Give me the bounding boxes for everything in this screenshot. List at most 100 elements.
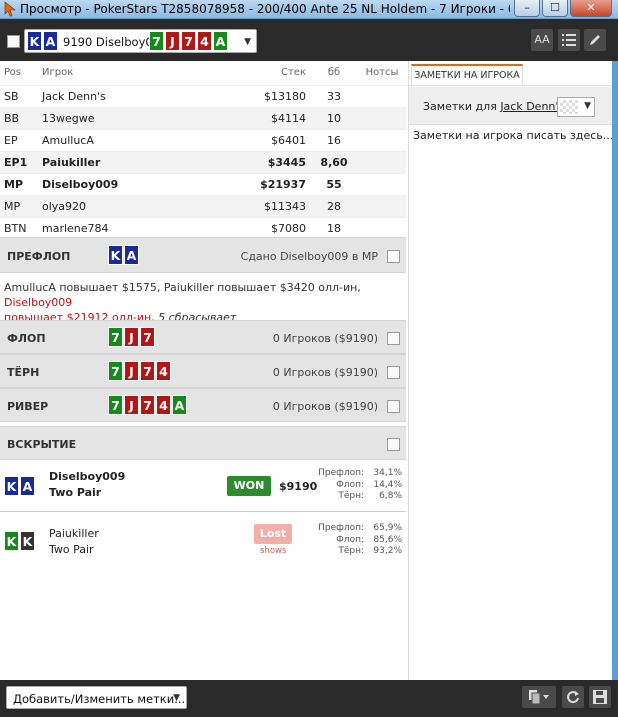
player-row[interactable]: BB 13wegwe $4114 10 xyxy=(0,106,406,129)
turn-info: 0 Игроков ($9190) xyxy=(272,366,378,379)
player-bb: 8,60 xyxy=(310,150,354,173)
showdown-row: KA Diselboy009 Two Pair WON $9190 Префло… xyxy=(0,461,406,511)
playing-card: A xyxy=(43,31,58,51)
stat-value: 6,8% xyxy=(379,491,402,501)
player-row[interactable]: EP AmullucA $6401 16 xyxy=(0,128,406,151)
col-stack[interactable]: Стек xyxy=(246,61,310,85)
window-edge xyxy=(612,61,618,680)
close-button[interactable]: ✕ xyxy=(570,0,612,17)
playing-card: J xyxy=(124,327,139,347)
stat-value: 93,2% xyxy=(373,546,402,556)
tags-dropdown[interactable]: Добавить/Изменить метки... ▼ xyxy=(6,686,187,709)
player-stack: $21937 xyxy=(246,172,310,195)
app-logo-icon xyxy=(4,1,16,17)
stat-label: Флоп: xyxy=(336,479,364,490)
street-river-name: РИВЕР xyxy=(7,400,49,413)
preflop-checkbox[interactable] xyxy=(387,250,400,263)
note-color-select[interactable]: ▼ xyxy=(557,97,595,117)
refresh-button[interactable] xyxy=(562,686,584,708)
stat-value: 14,4% xyxy=(373,479,402,490)
playing-card: K xyxy=(4,476,19,496)
player-row[interactable]: BTN marlene784 $7080 18 xyxy=(0,216,406,239)
copy-button[interactable] xyxy=(522,686,556,708)
player-row[interactable]: MP Diselboy009 $21937 55 xyxy=(0,172,406,195)
players-table-body: SB Jack Denn's $13180 33 BB 13wegwe $4114 10 EP A… xyxy=(0,84,406,239)
playing-card: K xyxy=(27,31,42,51)
chevron-down-icon: ▼ xyxy=(584,101,591,111)
player-name: marlene784 xyxy=(38,216,246,239)
player-pos: MP xyxy=(0,172,38,195)
player-stack: $4114 xyxy=(246,106,310,129)
col-bb[interactable]: бб xyxy=(310,61,354,85)
player-name: Paiukiller xyxy=(38,150,246,173)
playing-card: 7 xyxy=(140,395,155,415)
playing-card: 7 xyxy=(181,31,196,51)
player-stack: $7080 xyxy=(246,216,310,239)
player-stack: $3445 xyxy=(246,150,310,173)
minimize-button[interactable]: – xyxy=(514,0,540,17)
player-stack: $11343 xyxy=(246,194,310,217)
replayer-window: Просмотр - PokerStars T2858078958 - 200/… xyxy=(0,0,618,717)
notes-player-link[interactable]: Jack Denn's xyxy=(500,100,564,113)
hand-select-hole-cards: KA xyxy=(27,31,59,51)
river-checkbox[interactable] xyxy=(387,400,400,413)
notes-for-label: Заметки для Jack Denn's: xyxy=(423,100,568,113)
list-view-button[interactable] xyxy=(558,29,580,51)
save-button[interactable] xyxy=(589,686,611,708)
col-player[interactable]: Игрок xyxy=(38,61,246,85)
playing-card: 4 xyxy=(156,395,171,415)
font-size-icon: AA xyxy=(534,33,550,46)
font-size-button[interactable]: AA xyxy=(531,29,553,51)
player-name: Diselboy009 xyxy=(38,172,246,195)
showdown-player-name: Diselboy009 xyxy=(49,470,126,483)
player-notes xyxy=(354,84,406,107)
street-showdown-name: ВСКРЫТИЕ xyxy=(7,438,77,451)
maximize-button[interactable]: ☐ xyxy=(542,0,568,17)
preflop-actions-text: AmullucA повышает $1575, Paiukiller повы… xyxy=(4,280,404,325)
window-controls: – ☐ ✕ xyxy=(514,0,612,17)
flop-checkbox[interactable] xyxy=(387,332,400,345)
notes-pane: ЗАМЕТКИ НА ИГРОКА Заметки для Jack Denn'… xyxy=(408,61,613,680)
street-river: РИВЕР 7J74A 0 Игроков ($9190) xyxy=(0,388,406,422)
showdown-player-name: Paiukiller xyxy=(49,527,99,540)
showdown-row: KK Paiukiller Two Pair Lost shows Префло… xyxy=(0,515,406,569)
tab-player-notes[interactable]: ЗАМЕТКИ НА ИГРОКА xyxy=(411,64,523,86)
col-pos[interactable]: Pos xyxy=(0,61,38,85)
player-row[interactable]: SB Jack Denn's $13180 33 xyxy=(0,84,406,107)
bottom-bar: Добавить/Изменить метки... ▼ xyxy=(0,680,618,717)
player-row[interactable]: EP1 Paiukiller $3445 8,60 xyxy=(0,150,406,173)
showdown-cards: KK xyxy=(4,531,36,551)
street-flop: ФЛОП 7J7 0 Игроков ($9190) xyxy=(0,320,406,354)
toolbar: KA 9190 Diselboy0 7J74A ▼ AA xyxy=(0,19,618,61)
pencil-icon xyxy=(590,35,600,45)
player-bb: 55 xyxy=(310,172,354,195)
title-bar: Просмотр - PokerStars T2858078958 - 200/… xyxy=(0,0,618,19)
chevron-down-icon: ▼ xyxy=(173,693,180,703)
player-pos: EP1 xyxy=(0,150,38,173)
player-stack: $6401 xyxy=(246,128,310,151)
river-cards: 7J74A xyxy=(108,395,188,415)
showdown-checkbox[interactable] xyxy=(387,438,400,451)
player-row[interactable]: MP olya920 $11343 28 xyxy=(0,194,406,217)
hand-checkbox[interactable] xyxy=(7,35,20,48)
notes-textarea[interactable]: Заметки на игрока писать здесь... xyxy=(413,129,613,142)
players-table: Pos Игрок Стек бб Нотсы SB Jack Denn's $13… xyxy=(0,61,406,239)
street-showdown: ВСКРЫТИЕ xyxy=(0,426,406,460)
turn-checkbox[interactable] xyxy=(387,366,400,379)
player-notes xyxy=(354,194,406,217)
playing-card: A xyxy=(20,476,35,496)
street-turn: ТЁРН 7J74 0 Игроков ($9190) xyxy=(0,354,406,388)
hand-select-label: 9190 Diselboy0 xyxy=(63,35,153,49)
street-preflop-name: ПРЕФЛОП xyxy=(7,250,71,263)
playing-card: K xyxy=(20,531,35,551)
player-notes xyxy=(354,106,406,129)
stat-value: 34,1% xyxy=(373,468,402,478)
content-area: Pos Игрок Стек бб Нотсы SB Jack Denn's $13… xyxy=(0,61,613,680)
equity-stats: Префлоп: 65,9% Флоп: 85,6% Тёрн: 93,2% xyxy=(308,523,402,558)
col-notes[interactable]: Нотсы xyxy=(354,61,406,85)
stat-value: 85,6% xyxy=(373,534,402,545)
edit-button[interactable] xyxy=(584,29,606,51)
player-pos: SB xyxy=(0,84,38,107)
hand-select-dropdown[interactable]: KA 9190 Diselboy0 7J74A ▼ xyxy=(24,29,257,53)
hand-select-board-cards: 7J74A xyxy=(149,31,229,51)
